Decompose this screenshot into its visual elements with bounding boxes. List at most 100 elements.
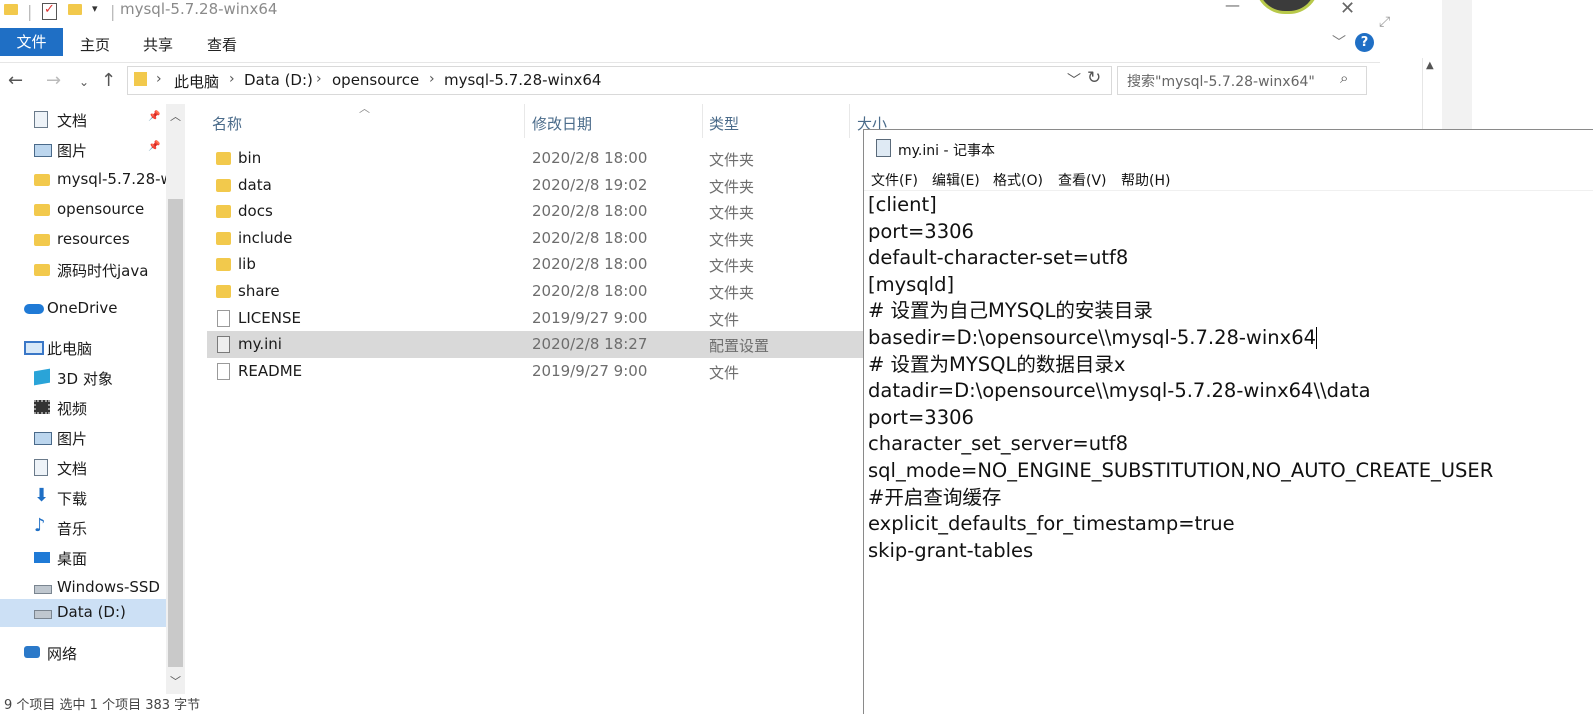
file-date: 2020/2/8 18:00 — [532, 202, 648, 220]
column-divider[interactable] — [849, 104, 850, 138]
nav-item[interactable]: mysql-5.7.28-w — [0, 166, 166, 194]
nav-item[interactable]: opensource — [0, 196, 166, 224]
folder-icon — [34, 174, 50, 186]
nav-item[interactable]: ♪ 音乐 — [0, 514, 166, 542]
nav-item[interactable]: 桌面 — [0, 544, 166, 572]
tab-view[interactable]: 查看 — [207, 34, 237, 55]
folder-icon — [216, 258, 231, 271]
file-row[interactable]: share 2020/2/8 18:00 文件夹 — [207, 278, 867, 305]
customize-quick-access-icon[interactable]: ▾ — [92, 2, 98, 15]
nav-item[interactable]: Windows-SSD ( — [0, 574, 166, 602]
text-line: datadir=D:\opensource\\mysql-5.7.28-winx… — [868, 378, 1588, 405]
text-line: port=3306 — [868, 219, 1588, 246]
notepad-text-area[interactable]: [client] port=3306 default-character-set=u… — [868, 192, 1588, 564]
address-dropdown-chevron-icon[interactable]: ﹀ — [1067, 70, 1081, 90]
divider: | — [27, 2, 33, 21]
nav-item-label: Data (D:) — [57, 603, 126, 621]
nav-item[interactable]: Data (D:) — [0, 599, 166, 627]
expand-ribbon-chevron-icon[interactable]: ﹀ — [1332, 32, 1346, 52]
network-icon — [24, 646, 40, 658]
resize-grip-icon[interactable]: ⤢ — [1379, 14, 1390, 30]
desktop-icon — [34, 552, 50, 563]
column-divider[interactable] — [702, 104, 703, 138]
background-window-panel — [1442, 0, 1472, 129]
nav-scrollbar-thumb[interactable] — [168, 199, 183, 667]
pin-icon[interactable]: 📌 — [148, 111, 160, 122]
file-type: 文件夹 — [709, 284, 755, 302]
nav-item[interactable]: 此电脑 — [0, 334, 166, 362]
onedrive-icon — [24, 304, 44, 314]
new-folder-icon[interactable] — [68, 4, 82, 15]
file-row[interactable]: data 2020/2/8 19:02 文件夹 — [207, 172, 867, 199]
file-row[interactable]: LICENSE 2019/9/27 9:00 文件 — [207, 305, 867, 332]
text-line-content: sql_mode=NO_ENGINE_SUBSTITUTION,NO_AUTO_… — [868, 458, 1494, 482]
nav-item[interactable]: ⬇ 下载 — [0, 484, 166, 512]
column-header-type[interactable]: 类型 — [709, 113, 739, 134]
breadcrumb-this-pc[interactable]: 此电脑 — [174, 71, 219, 92]
up-arrow-icon[interactable]: ↑ — [101, 70, 116, 91]
nav-item[interactable]: 3D 对象 — [0, 364, 166, 392]
breadcrumb-separator-icon[interactable]: › — [229, 71, 235, 87]
scroll-down-arrow-icon[interactable]: ﹀ — [170, 673, 181, 689]
picture-icon — [34, 432, 52, 445]
file-date: 2020/2/8 19:02 — [532, 176, 648, 194]
back-arrow-icon[interactable]: ← — [8, 70, 23, 91]
menu-view[interactable]: 查看(V) — [1058, 170, 1107, 190]
menu-help[interactable]: 帮助(H) — [1121, 170, 1170, 190]
computer-icon — [24, 341, 44, 355]
breadcrumb-data-drive[interactable]: Data (D:) — [244, 71, 313, 89]
file-row[interactable]: include 2020/2/8 18:00 文件夹 — [207, 225, 867, 252]
refresh-icon[interactable]: ↻ — [1087, 68, 1101, 88]
background-window — [1380, 0, 1593, 129]
menu-edit[interactable]: 编辑(E) — [932, 170, 980, 190]
nav-item[interactable]: 文档 📌 — [0, 106, 166, 134]
settings-file-icon — [217, 336, 230, 353]
menu-format[interactable]: 格式(O) — [993, 170, 1043, 190]
breadcrumb-current-folder[interactable]: mysql-5.7.28-winx64 — [444, 71, 601, 89]
search-icon[interactable]: ⌕ — [1340, 69, 1348, 87]
file-row[interactable]: bin 2020/2/8 18:00 文件夹 — [207, 145, 867, 172]
breadcrumb-separator-icon[interactable]: › — [316, 71, 322, 87]
forward-arrow-icon[interactable]: → — [46, 70, 61, 91]
close-icon[interactable]: ✕ — [1340, 0, 1355, 19]
text-line-content: datadir=D:\opensource\\mysql-5.7.28-winx… — [868, 379, 1371, 403]
column-divider[interactable] — [524, 104, 525, 138]
nav-item[interactable]: 网络 — [0, 639, 166, 667]
help-icon[interactable]: ? — [1355, 33, 1374, 52]
nav-item[interactable]: 源码时代java — [0, 256, 166, 284]
menu-file[interactable]: 文件(F) — [871, 170, 918, 190]
file-row[interactable]: docs 2020/2/8 18:00 文件夹 — [207, 198, 867, 225]
notepad-icon — [876, 139, 891, 157]
pin-icon[interactable]: 📌 — [148, 141, 160, 152]
nav-item[interactable]: 视频 — [0, 394, 166, 422]
folder-icon — [4, 4, 18, 15]
file-row[interactable]: lib 2020/2/8 18:00 文件夹 — [207, 251, 867, 278]
file-type: 文件夹 — [709, 257, 755, 275]
nav-item[interactable]: 图片 — [0, 424, 166, 452]
folder-icon — [34, 204, 50, 216]
nav-item[interactable]: 图片 📌 — [0, 136, 166, 164]
tab-home[interactable]: 主页 — [80, 34, 110, 55]
column-header-date[interactable]: 修改日期 — [532, 113, 592, 134]
file-row[interactable]: my.ini 2020/2/8 18:27 配置设置 — [207, 331, 867, 358]
tab-file[interactable]: 文件 — [0, 28, 63, 56]
file-row[interactable]: README 2019/9/27 9:00 文件 — [207, 358, 867, 385]
nav-item[interactable]: resources — [0, 226, 166, 254]
menu-divider — [864, 190, 1593, 191]
nav-item[interactable]: OneDrive — [0, 295, 166, 323]
breadcrumb-opensource[interactable]: opensource — [332, 71, 419, 89]
file-type: 文件 — [709, 364, 740, 382]
breadcrumb-separator-icon[interactable]: › — [429, 71, 435, 87]
text-line: [client] — [868, 192, 1588, 219]
scroll-up-arrow-icon[interactable]: ︿ — [170, 108, 181, 124]
file-type: 文件夹 — [709, 231, 755, 249]
properties-check-icon[interactable] — [42, 2, 57, 20]
recent-locations-chevron-icon[interactable]: ⌄ — [79, 75, 89, 89]
nav-item[interactable]: 文档 — [0, 454, 166, 482]
file-date: 2019/9/27 9:00 — [532, 362, 648, 380]
tab-share[interactable]: 共享 — [143, 34, 173, 55]
minimize-icon[interactable]: — — [1225, 0, 1240, 14]
column-header-name[interactable]: 名称 — [212, 113, 242, 134]
breadcrumb-separator-icon[interactable]: › — [156, 71, 162, 87]
scroll-up-arrow-icon[interactable]: ▲ — [1426, 60, 1434, 71]
